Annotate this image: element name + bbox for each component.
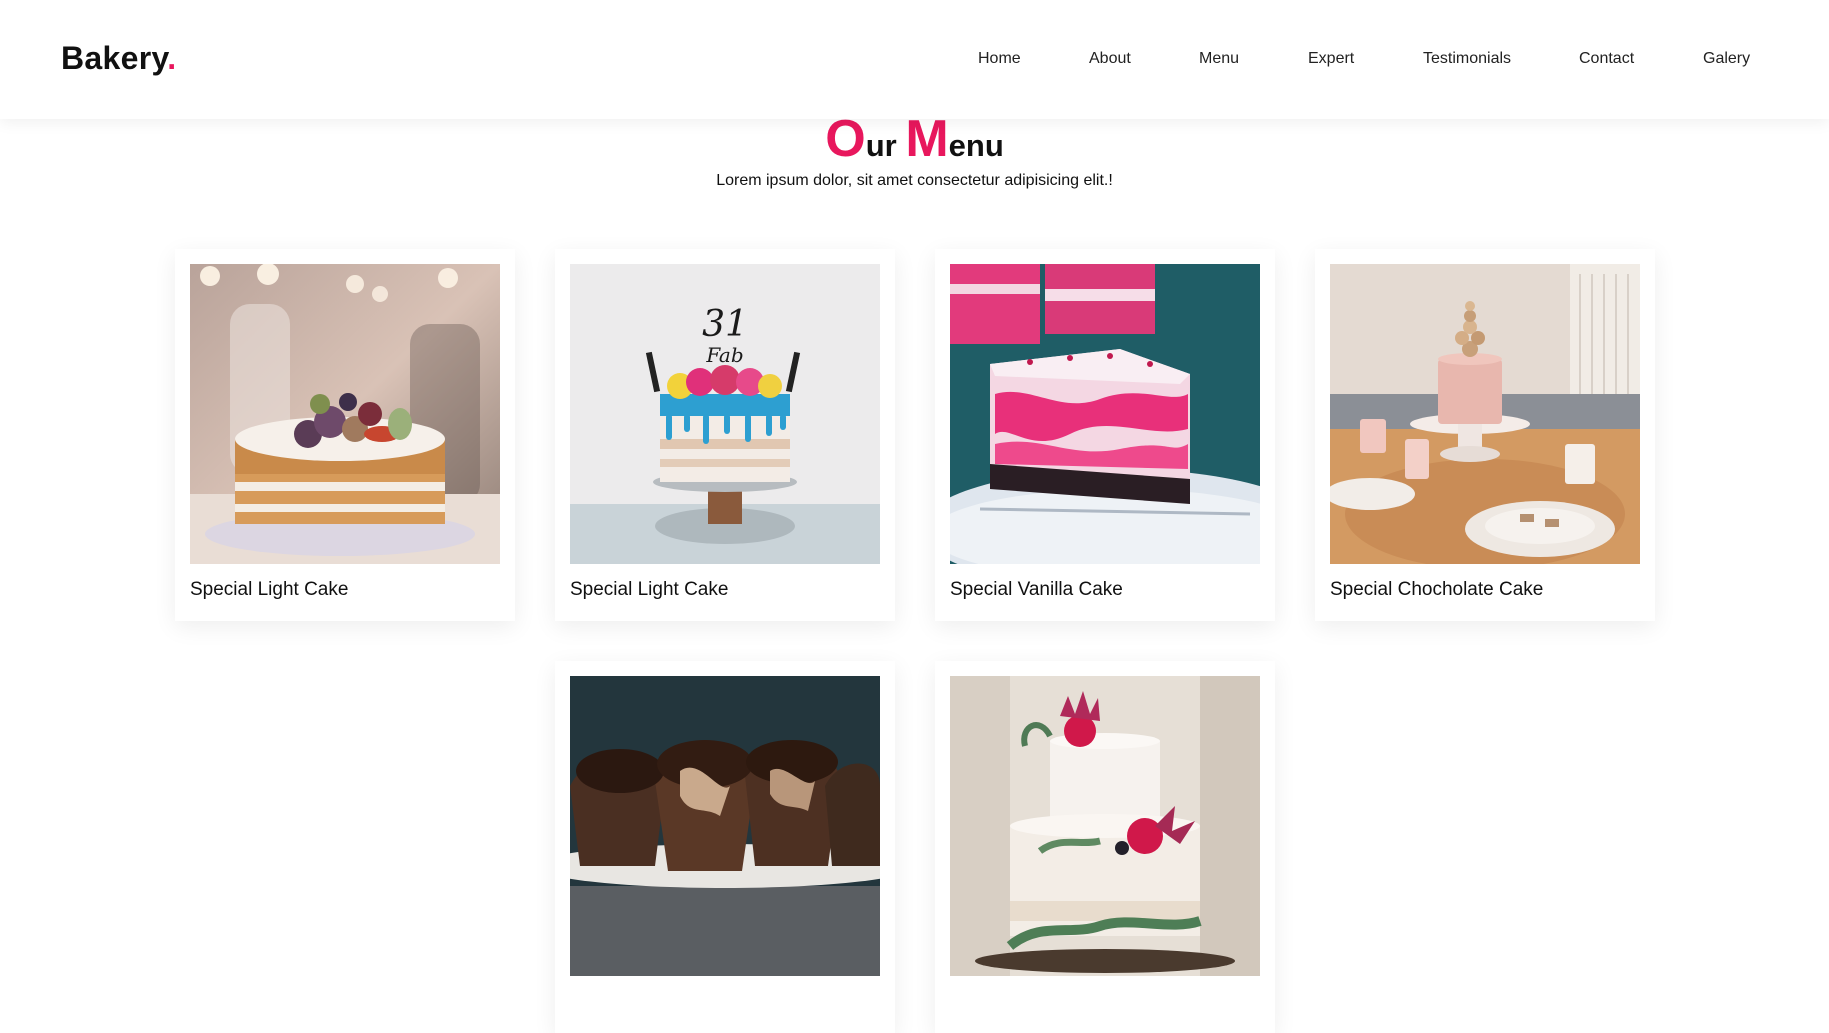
menu-card[interactable] (555, 661, 895, 1033)
nav-expert[interactable]: Expert (1308, 50, 1354, 68)
cake-photo (570, 676, 880, 976)
menu-card[interactable]: Special Chocholate Cake (1315, 249, 1655, 621)
cake-photo (190, 264, 500, 564)
nav-contact[interactable]: Contact (1579, 50, 1634, 68)
svg-text:Fab: Fab (705, 343, 743, 367)
menu-card[interactable]: Special Vanilla Cake (935, 249, 1275, 621)
cake-photo (950, 676, 1260, 976)
svg-text:31: 31 (702, 304, 748, 345)
section-title: Our Menu (0, 113, 1829, 165)
cake-name: Special Light Cake (570, 579, 729, 600)
cake-name: Special Chocholate Cake (1330, 579, 1544, 600)
nav-home[interactable]: Home (978, 50, 1021, 68)
title-rest-ur: ur (865, 128, 897, 163)
menu-card[interactable]: Special Light Cake (175, 249, 515, 621)
nav-testimonials[interactable]: Testimonials (1423, 50, 1511, 68)
cake-photo (1330, 264, 1640, 564)
cake-photo: 31 Fab (570, 264, 880, 564)
nav-about[interactable]: About (1089, 50, 1131, 68)
nav-galery[interactable]: Galery (1703, 50, 1750, 68)
title-rest-enu: enu (948, 128, 1004, 163)
menu-card[interactable]: 31 Fab Special Light Cake (555, 249, 895, 621)
cake-name: Special Light Cake (190, 579, 349, 600)
nav-menu[interactable]: Menu (1199, 50, 1239, 68)
main-nav: Home About Menu Expert Testimonials Cont… (0, 50, 1829, 70)
section-subtitle: Lorem ipsum dolor, sit amet consectetur … (716, 172, 1113, 189)
cake-name: Special Vanilla Cake (950, 579, 1123, 600)
menu-card[interactable] (935, 661, 1275, 1033)
cake-photo (950, 264, 1260, 564)
site-header: Bakery. Home About Menu Expert Testimoni… (0, 0, 1829, 119)
